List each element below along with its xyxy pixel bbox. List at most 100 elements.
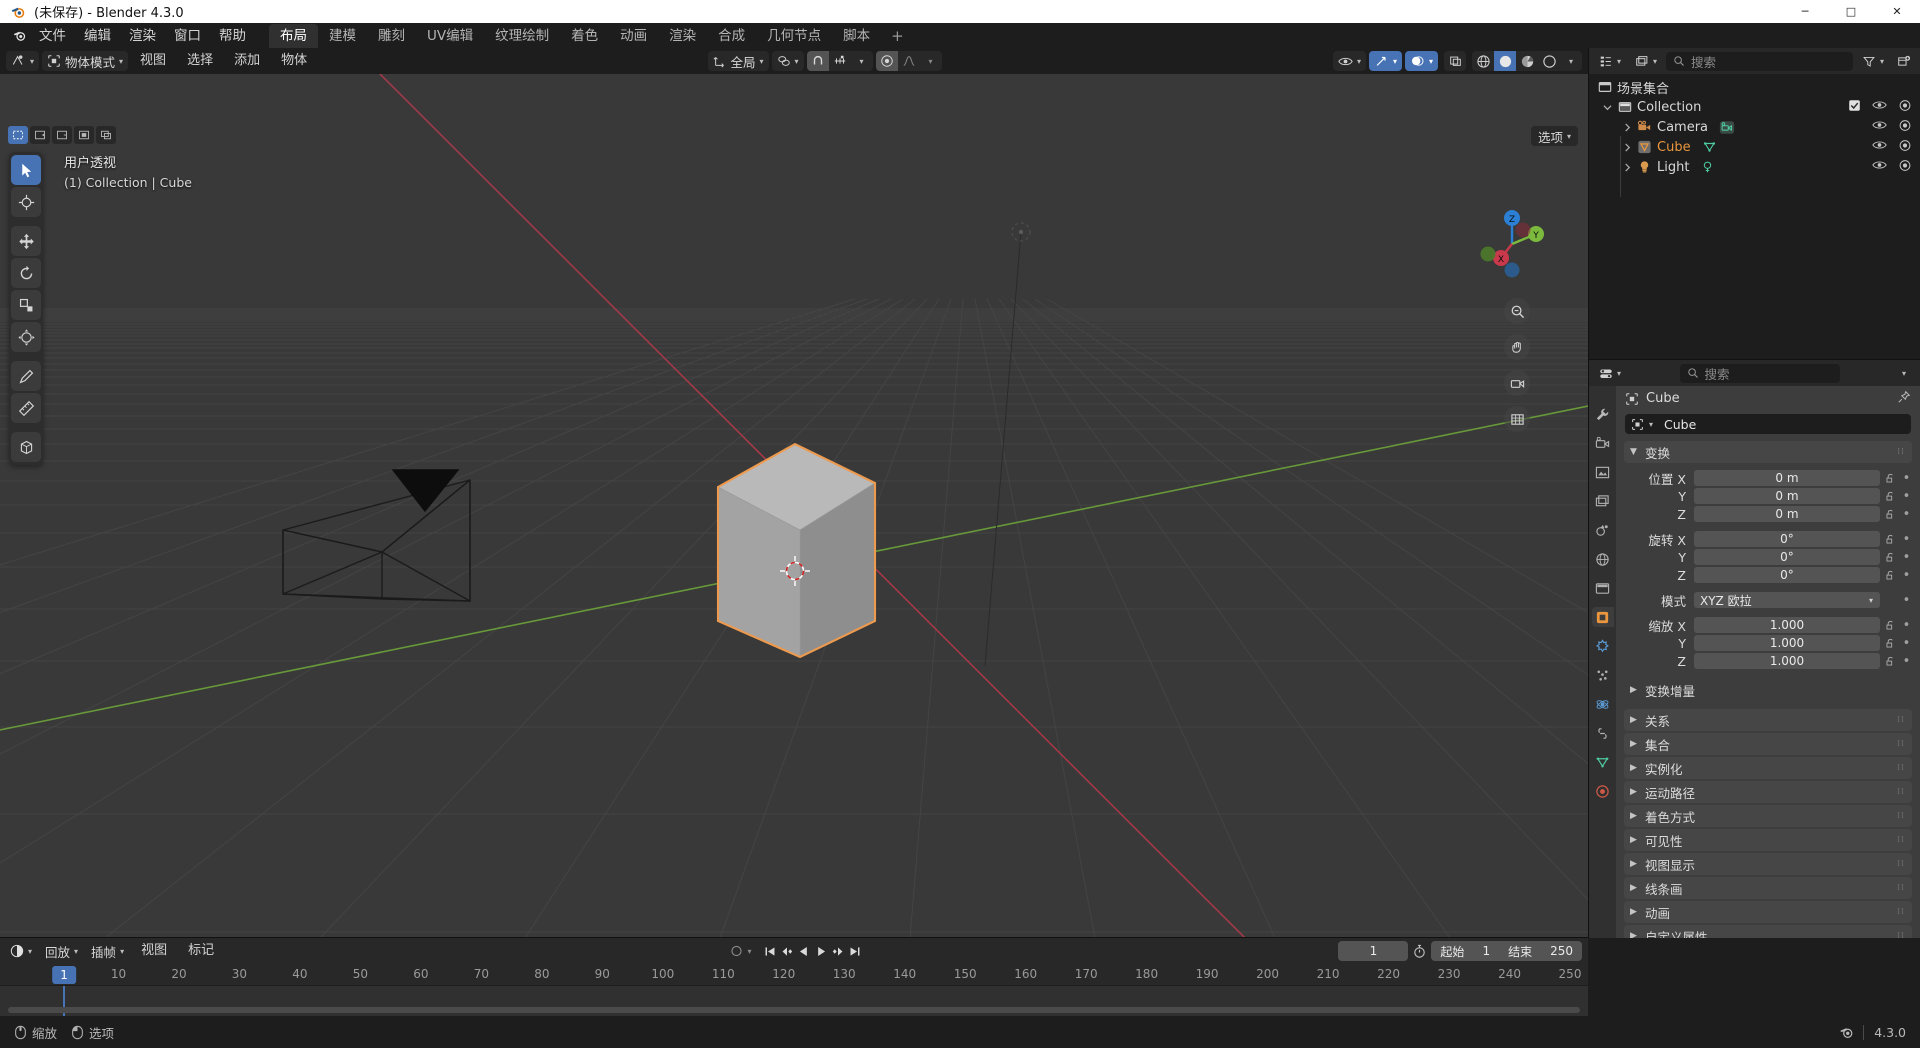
jump-to-prev-keyframe-button[interactable] <box>779 941 796 961</box>
panel-header-viewport-display[interactable]: ▶ 视图显示 ⁞⁞ <box>1624 853 1912 875</box>
timeline-playhead[interactable]: 1 <box>52 966 76 984</box>
cube-render-icon[interactable] <box>1898 139 1912 156</box>
light-render-icon[interactable] <box>1898 159 1912 176</box>
falloff-curve-icon[interactable] <box>898 51 920 71</box>
menu-file[interactable]: 文件 <box>30 25 75 47</box>
panel-header-shading[interactable]: ▶ 着色方式 ⁞⁞ <box>1624 805 1912 827</box>
properties-options-button[interactable]: ▾ <box>1892 363 1915 383</box>
location-y-field[interactable]: 0 m <box>1694 488 1880 504</box>
frame-end-value[interactable]: 250 <box>1550 944 1573 958</box>
camera-view-button[interactable] <box>1504 370 1530 396</box>
falloff-caret-icon[interactable]: ▾ <box>920 51 942 71</box>
tab-layout[interactable]: 布局 <box>269 23 318 48</box>
panel-header-custom-properties[interactable]: ▶ 自定义属性 ⁞⁞ <box>1624 925 1912 938</box>
scale-x-animate-icon[interactable]: • <box>1901 618 1912 633</box>
properties-search-input[interactable]: 搜索 <box>1679 363 1840 383</box>
panel-header-motion-paths[interactable]: ▶ 运动路径 ⁞⁞ <box>1624 781 1912 803</box>
tab-data-properties[interactable] <box>1592 752 1614 772</box>
scale-z-lock-icon[interactable] <box>1884 656 1897 667</box>
pin-properties-icon[interactable] <box>1897 390 1911 408</box>
scale-y-lock-icon[interactable] <box>1884 638 1897 649</box>
blender-menu-icon[interactable] <box>8 28 30 43</box>
tool-move[interactable] <box>11 226 41 256</box>
panel-header-relations[interactable]: ▶ 关系 ⁞⁞ <box>1624 709 1912 731</box>
shading-caret-icon[interactable]: ▾ <box>1560 51 1582 71</box>
tab-geometry-nodes[interactable]: 几何节点 <box>756 24 832 48</box>
viewport-options-button[interactable]: 选项 ▾ <box>1530 126 1578 146</box>
tab-particle-properties[interactable] <box>1592 665 1614 685</box>
light-data-icon[interactable] <box>1700 160 1715 174</box>
viewport-menu-object[interactable]: 物体 <box>272 51 316 71</box>
interaction-mode-selector[interactable]: 物体模式 ▾ <box>42 51 129 71</box>
location-z-field[interactable]: 0 m <box>1694 506 1880 522</box>
outliner-editor-type-selector[interactable]: ▾ <box>1594 51 1627 71</box>
select-invert-button[interactable] <box>74 126 94 144</box>
properties-editor-type-selector[interactable]: ▾ <box>1594 363 1627 383</box>
rotation-x-lock-icon[interactable] <box>1884 534 1897 545</box>
tool-tweak[interactable] <box>11 155 41 185</box>
play-button[interactable] <box>813 941 830 961</box>
select-subtract-button[interactable] <box>52 126 72 144</box>
viewport-menu-select[interactable]: 选择 <box>178 51 222 71</box>
tab-uv-editing[interactable]: UV编辑 <box>416 24 484 48</box>
tool-scale[interactable] <box>11 290 41 320</box>
jump-to-end-button[interactable] <box>847 941 864 961</box>
tab-compositing[interactable]: 合成 <box>707 24 756 48</box>
timeline-track-area[interactable] <box>0 986 1588 1016</box>
outliner-row-cube[interactable]: Cube <box>1589 137 1920 157</box>
timeline-ruler[interactable]: 1 10 20 30 40 50 60 70 80 90 100 110 120 130 140 150 16… <box>0 964 1588 986</box>
add-workspace-button[interactable]: + <box>881 25 914 47</box>
transform-orientation-selector[interactable]: 全局 ▾ <box>707 51 769 71</box>
shading-solid-button[interactable] <box>1494 51 1517 71</box>
tab-collection-properties[interactable] <box>1592 578 1614 598</box>
camera-data-icon[interactable] <box>1719 120 1735 135</box>
tab-output-properties[interactable] <box>1592 462 1614 482</box>
shading-wireframe-button[interactable] <box>1472 51 1494 71</box>
rotation-y-animate-icon[interactable]: • <box>1901 550 1912 565</box>
location-x-animate-icon[interactable]: • <box>1901 471 1912 486</box>
minimize-button[interactable]: ─ <box>1782 0 1828 23</box>
camera-visibility-eye-icon[interactable] <box>1872 119 1887 135</box>
tool-measure[interactable] <box>11 393 41 423</box>
rotation-mode-animate-icon[interactable]: • <box>1901 593 1912 608</box>
jump-to-next-keyframe-button[interactable] <box>830 941 847 961</box>
rotation-y-lock-icon[interactable] <box>1884 552 1897 563</box>
zoom-view-button[interactable] <box>1504 298 1530 324</box>
location-y-animate-icon[interactable]: • <box>1901 489 1912 504</box>
navigation-gizmo[interactable]: Z Y X <box>1476 208 1548 280</box>
tab-object-properties[interactable] <box>1591 607 1614 627</box>
tool-rotate[interactable] <box>11 258 41 288</box>
object-name-field[interactable]: ▾ Cube <box>1625 414 1911 434</box>
tab-physics-properties[interactable] <box>1592 694 1614 714</box>
frame-start-value[interactable]: 1 <box>1482 944 1490 958</box>
panel-header-instancing[interactable]: ▶ 实例化 ⁞⁞ <box>1624 757 1912 779</box>
gizmo-toggle-group[interactable]: ▾ <box>1368 51 1402 71</box>
close-button[interactable]: ✕ <box>1874 0 1920 23</box>
viewport-visibility-selector[interactable]: ▾ <box>1332 51 1366 71</box>
auto-keying-toggle[interactable]: ▾ <box>724 941 757 961</box>
location-z-animate-icon[interactable]: • <box>1901 507 1912 522</box>
rotation-z-lock-icon[interactable] <box>1884 570 1897 581</box>
timeline-marker-menu[interactable]: 标记 <box>179 941 223 961</box>
snap-pivot-selector[interactable]: ▾ <box>771 51 804 71</box>
viewport-canvas[interactable] <box>0 74 1588 938</box>
select-box-button[interactable] <box>8 126 28 144</box>
panel-header-line-art[interactable]: ▶ 线条画 ⁞⁞ <box>1624 877 1912 899</box>
tab-sculpting[interactable]: 雕刻 <box>367 24 416 48</box>
scale-x-lock-icon[interactable] <box>1884 620 1897 631</box>
tab-animation[interactable]: 动画 <box>609 24 658 48</box>
snap-target-icon[interactable] <box>829 51 851 71</box>
scale-z-field[interactable]: 1.000 <box>1694 653 1880 669</box>
outliner-display-mode-selector[interactable]: ▾ <box>1630 51 1663 71</box>
panel-header-visibility[interactable]: ▶ 可见性 ⁞⁞ <box>1624 829 1912 851</box>
menu-window[interactable]: 窗口 <box>165 25 210 47</box>
rotation-z-field[interactable]: 0° <box>1694 567 1880 583</box>
rotation-z-animate-icon[interactable]: • <box>1901 568 1912 583</box>
shading-rendered-button[interactable] <box>1538 51 1560 71</box>
xray-toggle-button[interactable] <box>1444 51 1467 71</box>
tab-shading[interactable]: 着色 <box>560 24 609 48</box>
cube-visibility-eye-icon[interactable] <box>1872 139 1887 155</box>
scale-z-animate-icon[interactable]: • <box>1901 654 1912 669</box>
collection-checkbox[interactable] <box>1848 99 1861 116</box>
jump-to-start-button[interactable] <box>762 941 779 961</box>
